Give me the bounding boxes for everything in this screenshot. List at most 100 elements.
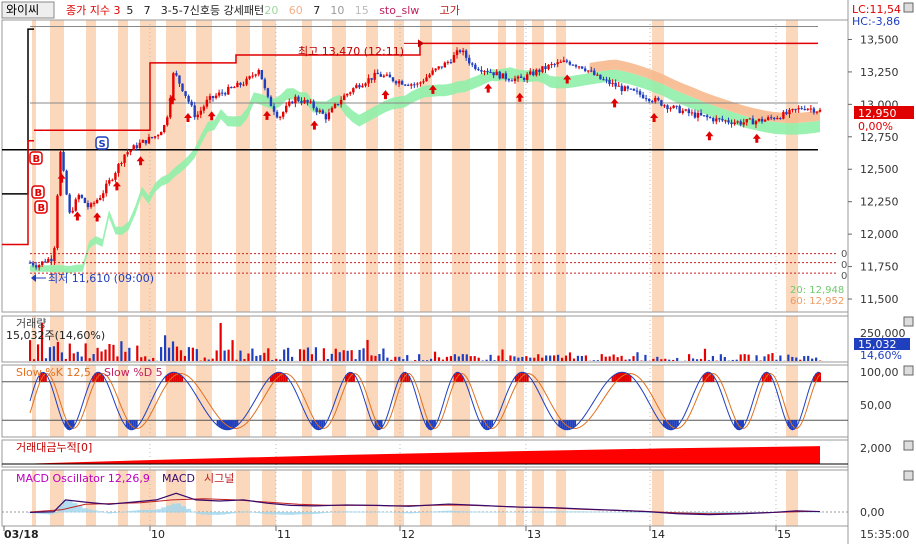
session-band (332, 470, 346, 526)
volume-bar (465, 354, 468, 361)
volume-bar (330, 353, 333, 361)
candle-body (77, 194, 81, 200)
ma20-readout: 20: 12,948 (790, 285, 844, 296)
volume-bar (279, 359, 282, 361)
volume-bar (235, 359, 238, 361)
volume-bar (29, 340, 32, 361)
session-band (366, 470, 378, 526)
session-band (498, 365, 506, 437)
volume-bar (68, 343, 71, 361)
macd-osc-bar (457, 511, 463, 513)
candle-body (678, 106, 681, 113)
candle-body (190, 101, 193, 106)
candle-body (31, 262, 35, 266)
session-band (118, 316, 128, 362)
volume-bar (576, 355, 580, 361)
volume-bar (425, 360, 429, 361)
volume-bar (624, 359, 627, 361)
macd-osc-bar (393, 512, 399, 513)
legend-item: 60 (289, 4, 303, 17)
candle-body (50, 258, 53, 262)
buy-arrow (484, 83, 493, 93)
volume-bar (283, 349, 286, 361)
session-band (420, 316, 432, 362)
candle-body (705, 115, 709, 118)
candle-body (773, 117, 776, 120)
close-icon[interactable] (903, 440, 914, 451)
candle-body (693, 112, 697, 118)
candle-body (28, 262, 32, 264)
macd-osc-bar (423, 512, 428, 513)
candle-body (800, 108, 803, 110)
buy-arrow (705, 131, 714, 141)
macd-osc-bar (383, 511, 389, 513)
session-band (652, 365, 664, 437)
candle-body (681, 110, 684, 113)
macd-osc-bar (630, 512, 636, 513)
volume-bar (64, 358, 67, 361)
price-tick-label: 11,750 (860, 261, 899, 274)
candle-body (117, 163, 120, 174)
session-band (332, 365, 346, 437)
candle-body (245, 78, 248, 85)
volume-bar (505, 360, 508, 361)
candle-body (461, 50, 465, 53)
volume-bar (600, 354, 603, 361)
candle-body (431, 70, 434, 75)
candle-body (541, 66, 544, 72)
volume-bar (556, 354, 560, 361)
macd-osc-bar (344, 511, 349, 513)
session-band (302, 470, 312, 526)
volume-bar (429, 358, 433, 361)
price-axis: 13,50013,25013,00012,75012,50012,25012,0… (848, 33, 899, 306)
session-band (652, 316, 664, 362)
close-icon[interactable] (903, 2, 914, 13)
close-icon[interactable] (903, 316, 914, 327)
macd-osc-bar (250, 512, 256, 513)
volume-bar (342, 350, 345, 361)
candle-body (269, 96, 273, 107)
candle-body (468, 57, 471, 64)
macd-osc-bar (141, 509, 147, 513)
macd-osc-bar (299, 512, 305, 515)
candle-body (449, 62, 453, 64)
macd-osc-bar (186, 508, 191, 513)
candle-body (708, 117, 712, 119)
close-icon[interactable] (903, 365, 914, 376)
candle-body (138, 142, 142, 149)
candle-body (349, 92, 352, 94)
volume-bar (346, 350, 349, 361)
volume-bar (525, 356, 528, 361)
volume-bar (175, 346, 179, 361)
volume-bar (580, 355, 584, 361)
volume-bar (747, 354, 750, 361)
candle-body (818, 109, 822, 112)
volume-bar (390, 359, 393, 361)
candle-body (132, 145, 135, 151)
volume-bar (545, 355, 548, 361)
volume-bar (394, 356, 397, 361)
volume-bar (171, 341, 175, 361)
candle-body (782, 111, 785, 119)
candle-body (669, 108, 672, 110)
candle-body (788, 109, 791, 115)
stoch-tick-50: 50,00 (860, 399, 892, 412)
buy-arrow (610, 98, 619, 108)
volume-bar (96, 347, 99, 361)
legend-item: 10 (330, 4, 344, 17)
volume-bar (76, 351, 79, 361)
session-band (498, 470, 506, 526)
candle-body (571, 64, 575, 66)
buy-arrow (752, 133, 761, 143)
volume-bar (219, 323, 222, 361)
candle-body (712, 117, 715, 122)
candle-body (275, 111, 279, 118)
candle-body (208, 96, 212, 100)
volume-bar (453, 354, 456, 361)
volume-bar (291, 356, 294, 361)
close-icon[interactable] (903, 470, 914, 481)
macd-osc-bar (176, 503, 182, 513)
volume-bar (521, 356, 524, 361)
candle-body (437, 66, 440, 69)
candle-body (184, 91, 187, 96)
